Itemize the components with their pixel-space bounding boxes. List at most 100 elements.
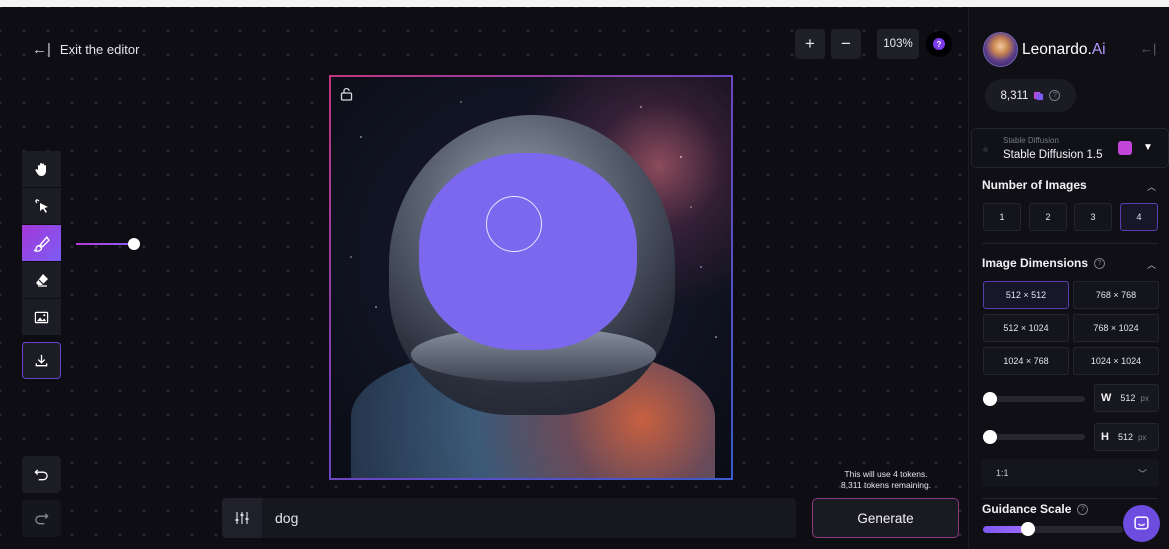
- model-badge-icon: [1118, 141, 1132, 155]
- guidance-help-icon[interactable]: ?: [1077, 503, 1089, 515]
- brush-size-track: [76, 243, 134, 245]
- model-thumbnail: [983, 147, 988, 152]
- height-field[interactable]: H 512 px: [1094, 423, 1159, 451]
- height-slider-knob[interactable]: [983, 430, 997, 444]
- brush-cursor: [486, 196, 542, 252]
- guidance-scale-title: Guidance Scale ?: [982, 502, 1089, 516]
- prompt-settings-button[interactable]: [222, 498, 262, 538]
- dimension-512x512-button[interactable]: 512 × 512: [983, 281, 1069, 309]
- token-balance-value: 8,311: [1000, 89, 1029, 102]
- redo-icon: [35, 513, 49, 525]
- token-cost-note: This will use 4 tokens. 8,311 tokens rem…: [812, 469, 960, 491]
- height-slider[interactable]: [983, 430, 1085, 444]
- tokens-remaining-line: 8,311 tokens remaining.: [840, 480, 932, 490]
- download-icon: [35, 354, 48, 367]
- dimensions-help-icon[interactable]: ?: [1094, 257, 1106, 269]
- top-strip: [0, 0, 1169, 7]
- unlock-icon[interactable]: [340, 87, 353, 101]
- divider: [982, 498, 1158, 499]
- number-of-images-title: Number of Images: [982, 178, 1087, 192]
- chevron-down-icon: ﹀: [1137, 469, 1147, 479]
- height-slider-track: [983, 434, 1085, 440]
- image-icon: [34, 311, 49, 323]
- height-unit: px: [1137, 432, 1147, 442]
- brand-name-main: Leonardo.: [1022, 40, 1092, 58]
- collapse-sidebar-icon[interactable]: ←|: [1140, 41, 1156, 56]
- number-of-images-label: Number of Images: [982, 178, 1087, 192]
- dimension-768x1024-button[interactable]: 768 × 1024: [1073, 314, 1159, 342]
- guidance-scale-label: Guidance Scale: [982, 502, 1072, 516]
- exit-editor-label: Exit the editor: [59, 42, 140, 57]
- token-cost-line: This will use 4 tokens.: [844, 469, 928, 479]
- brand-name-suffix: Ai: [1091, 40, 1106, 58]
- inpaint-mask: [419, 153, 637, 350]
- dimension-1024x1024-button[interactable]: 1024 × 1024: [1073, 347, 1159, 375]
- image-dimensions-title: Image Dimensions ?: [982, 256, 1106, 270]
- help-icon: ?: [933, 38, 945, 50]
- dimension-512x1024-button[interactable]: 512 × 1024: [983, 314, 1069, 342]
- image-dimensions-label: Image Dimensions: [982, 256, 1089, 270]
- redo-button[interactable]: [22, 500, 61, 537]
- dimension-768x768-button[interactable]: 768 × 768: [1073, 281, 1159, 309]
- num-images-3-button[interactable]: 3: [1074, 203, 1112, 231]
- arrow-left-icon: ←|: [32, 41, 51, 58]
- chat-icon: [1134, 516, 1149, 530]
- zoom-in-button[interactable]: +: [795, 29, 825, 59]
- coins-icon: [1034, 91, 1044, 101]
- brand-name: Leonardo.Ai: [1022, 41, 1106, 59]
- model-family-label: Stable Diffusion: [1003, 136, 1059, 145]
- aspect-ratio-select[interactable]: 1:1 ﹀: [982, 459, 1159, 487]
- height-value: 512: [1117, 432, 1133, 442]
- tool-palette: [22, 151, 61, 379]
- prompt-input[interactable]: [262, 498, 796, 538]
- canvas-area[interactable]: ←| Exit the editor + − 103% ? dog This w…: [0, 7, 968, 549]
- caret-down-icon: ▼: [1143, 142, 1153, 153]
- brush-tool-button[interactable]: [22, 225, 61, 262]
- model-name: Stable Diffusion 1.5: [1003, 149, 1103, 161]
- brush-icon: [33, 235, 50, 252]
- undo-button[interactable]: [22, 456, 61, 493]
- eraser-icon: [35, 274, 48, 287]
- support-chat-button[interactable]: [1123, 505, 1160, 542]
- width-unit: px: [1140, 393, 1149, 403]
- divider: [982, 243, 1158, 244]
- zoom-level: 103%: [877, 29, 919, 59]
- model-selector[interactable]: Stable Diffusion Stable Diffusion 1.5 ▼: [971, 128, 1169, 168]
- brand: Leonardo.Ai: [983, 32, 1106, 67]
- chevron-up-icon[interactable]: ︿: [1147, 180, 1156, 193]
- width-slider-knob[interactable]: [983, 392, 997, 406]
- brush-size-knob[interactable]: [128, 238, 140, 250]
- canvas-image[interactable]: [329, 75, 733, 480]
- hand-tool-button[interactable]: [22, 151, 61, 188]
- num-images-4-button[interactable]: 4: [1120, 203, 1158, 231]
- aspect-ratio-value: 1:1: [996, 468, 1009, 478]
- undo-icon: [34, 469, 48, 481]
- eraser-tool-button[interactable]: [22, 262, 61, 299]
- prompt-bar: [222, 498, 796, 538]
- help-button[interactable]: ?: [926, 31, 952, 57]
- settings-sidebar: Leonardo.Ai ←| 8,311 ? Stable Diffusion …: [968, 7, 1169, 549]
- user-avatar[interactable]: [983, 32, 1018, 67]
- num-images-1-button[interactable]: 1: [983, 203, 1021, 231]
- guidance-slider-knob[interactable]: [1021, 522, 1035, 536]
- image-tool-button[interactable]: [22, 299, 61, 336]
- hand-icon: [34, 163, 46, 176]
- dimension-1024x768-button[interactable]: 1024 × 768: [983, 347, 1069, 375]
- download-button[interactable]: [22, 342, 61, 379]
- width-slider[interactable]: [983, 392, 1085, 406]
- token-balance[interactable]: 8,311 ?: [985, 79, 1076, 112]
- width-axis-label: W: [1101, 392, 1112, 404]
- width-field[interactable]: W 512 px: [1094, 384, 1159, 412]
- select-tool-button[interactable]: [22, 188, 61, 225]
- generate-button[interactable]: Generate: [812, 498, 959, 538]
- num-images-2-button[interactable]: 2: [1029, 203, 1067, 231]
- brush-size-slider[interactable]: [76, 238, 140, 250]
- chevron-up-icon[interactable]: ︿: [1147, 258, 1156, 271]
- guidance-scale-slider[interactable]: [983, 522, 1123, 536]
- zoom-out-button[interactable]: −: [831, 29, 861, 59]
- width-value: 512: [1120, 393, 1136, 403]
- width-slider-track: [983, 396, 1085, 402]
- exit-editor-link[interactable]: ←| Exit the editor: [32, 41, 139, 58]
- sliders-icon: [235, 512, 249, 524]
- token-help-icon[interactable]: ?: [1049, 90, 1061, 101]
